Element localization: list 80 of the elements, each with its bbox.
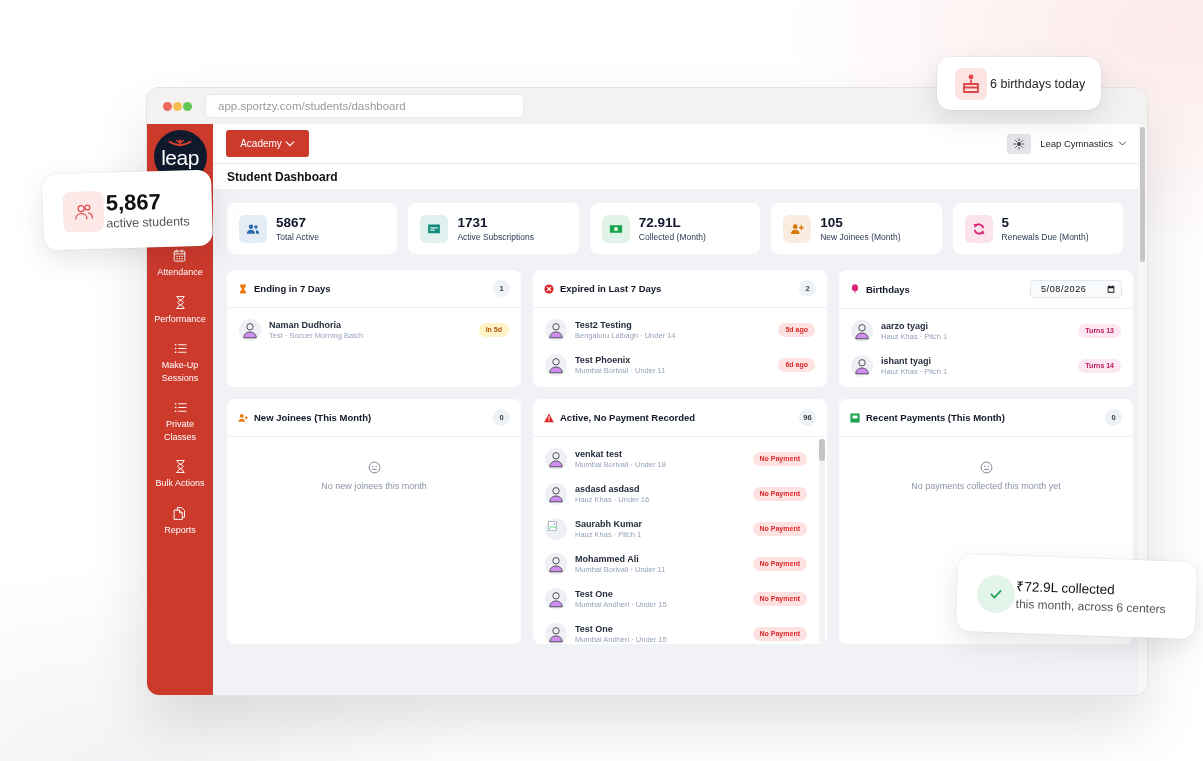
- calendar-icon: [172, 248, 188, 263]
- date-field[interactable]: 5/08/2026: [1030, 280, 1122, 298]
- neutral-face-icon: [979, 461, 993, 474]
- figure-icon: [167, 139, 193, 148]
- avatar-icon: [545, 552, 567, 575]
- student-name: asdasd asdasd: [575, 482, 641, 495]
- panel-title: Recent Payments (This Month): [866, 412, 1005, 423]
- avatar-icon: [545, 587, 567, 610]
- panel-title: Birthdays: [866, 283, 910, 295]
- id-card-icon: [420, 214, 449, 243]
- list-icon: [172, 400, 188, 415]
- caret-icon: [284, 138, 295, 149]
- organization-selector[interactable]: Leap Cymnastics: [1040, 138, 1127, 149]
- sidebar-item[interactable]: Private Classes: [152, 400, 208, 443]
- sun-icon: [1013, 137, 1026, 150]
- empty-message: No new joinees this month: [321, 481, 427, 491]
- stat-label: Active Subscriptions: [457, 231, 534, 243]
- avatar-icon: [851, 354, 873, 377]
- avatar-icon: [545, 447, 567, 470]
- avatar-icon: [239, 318, 261, 341]
- user-plus-icon: [783, 214, 812, 243]
- students-label: active students: [106, 213, 190, 232]
- student-name: venkat test: [575, 447, 624, 460]
- panel-title: Active, No Payment Recorded: [560, 412, 696, 423]
- avatar-icon: [851, 319, 873, 342]
- logo-text: leap: [161, 148, 199, 168]
- documents-icon: [172, 505, 188, 521]
- check-icon: [976, 574, 1016, 614]
- stat-value: 5867: [276, 214, 308, 231]
- stat-label: New Joinees (Month): [820, 231, 901, 243]
- student-name: ishant tyagi: [881, 354, 932, 367]
- sidebar-item[interactable]: Make-Up Sessions: [152, 341, 208, 384]
- panel-title: Ending in 7 Days: [254, 283, 331, 294]
- page-title: Student Dashboard: [227, 169, 338, 184]
- list-icon: [172, 341, 188, 356]
- student-name: Test One: [575, 587, 614, 600]
- stat-label: Renewals Due (Month): [1001, 231, 1089, 243]
- academy-button[interactable]: Academy: [226, 130, 309, 157]
- student-name: aarzo tyagi: [881, 319, 930, 332]
- refresh-icon: [964, 214, 993, 243]
- panel-title: New Joinees (This Month): [254, 412, 372, 423]
- stat-label: Collected (Month): [638, 231, 706, 243]
- stat-value: 1731: [457, 214, 489, 231]
- neutral-face-icon: [367, 461, 381, 474]
- sidebar-item[interactable]: Bulk Actions: [155, 459, 205, 490]
- stat-value: 72.91L: [638, 214, 682, 231]
- close-button[interactable]: [163, 101, 172, 111]
- sidebar-item[interactable]: Attendance: [157, 248, 203, 279]
- birthdays-text: 6 birthdays today: [990, 76, 1086, 91]
- student-name: Test Phoenix: [575, 353, 632, 366]
- avatar-icon: [545, 353, 567, 376]
- broken-image-icon: [545, 517, 567, 540]
- avatar-icon: [545, 622, 567, 644]
- sidebar-item[interactable]: Reports: [164, 505, 196, 536]
- scrollbar-thumb[interactable]: [819, 439, 825, 461]
- student-name: Test2 Testing: [575, 318, 633, 331]
- banknote-icon: [601, 214, 630, 243]
- stat-label: Total Active: [276, 231, 319, 243]
- cake-icon: [955, 67, 987, 100]
- stat-value: 5: [1001, 214, 1011, 231]
- stat-value: 105: [820, 214, 844, 231]
- scrollbar-thumb[interactable]: [1140, 127, 1145, 262]
- maximize-button[interactable]: [183, 101, 192, 111]
- avatar-icon: [545, 318, 567, 341]
- address-field[interactable]: app.sportzy.com/students/dashboard: [205, 94, 524, 118]
- panel-title: Expired in Last 7 Days: [560, 283, 662, 294]
- chevron-icon: [1118, 139, 1127, 148]
- student-name: Naman Dudhoria: [269, 318, 342, 331]
- student-name: Mohammed Ali: [575, 552, 640, 565]
- sidebar-item[interactable]: Performance: [154, 294, 206, 325]
- users-icon: [239, 214, 267, 243]
- minimize-button[interactable]: [173, 101, 182, 111]
- theme-toggle-button[interactable]: [1007, 133, 1032, 154]
- students-count: 5,867: [105, 187, 163, 216]
- avatar-icon: [545, 482, 567, 505]
- calendar-icon: [1107, 285, 1115, 293]
- student-name: Saurabh Kumar: [575, 517, 644, 530]
- users-icon: [62, 190, 105, 233]
- student-name: Test One: [575, 622, 614, 635]
- empty-message: No payments collected this month yet: [911, 481, 1061, 491]
